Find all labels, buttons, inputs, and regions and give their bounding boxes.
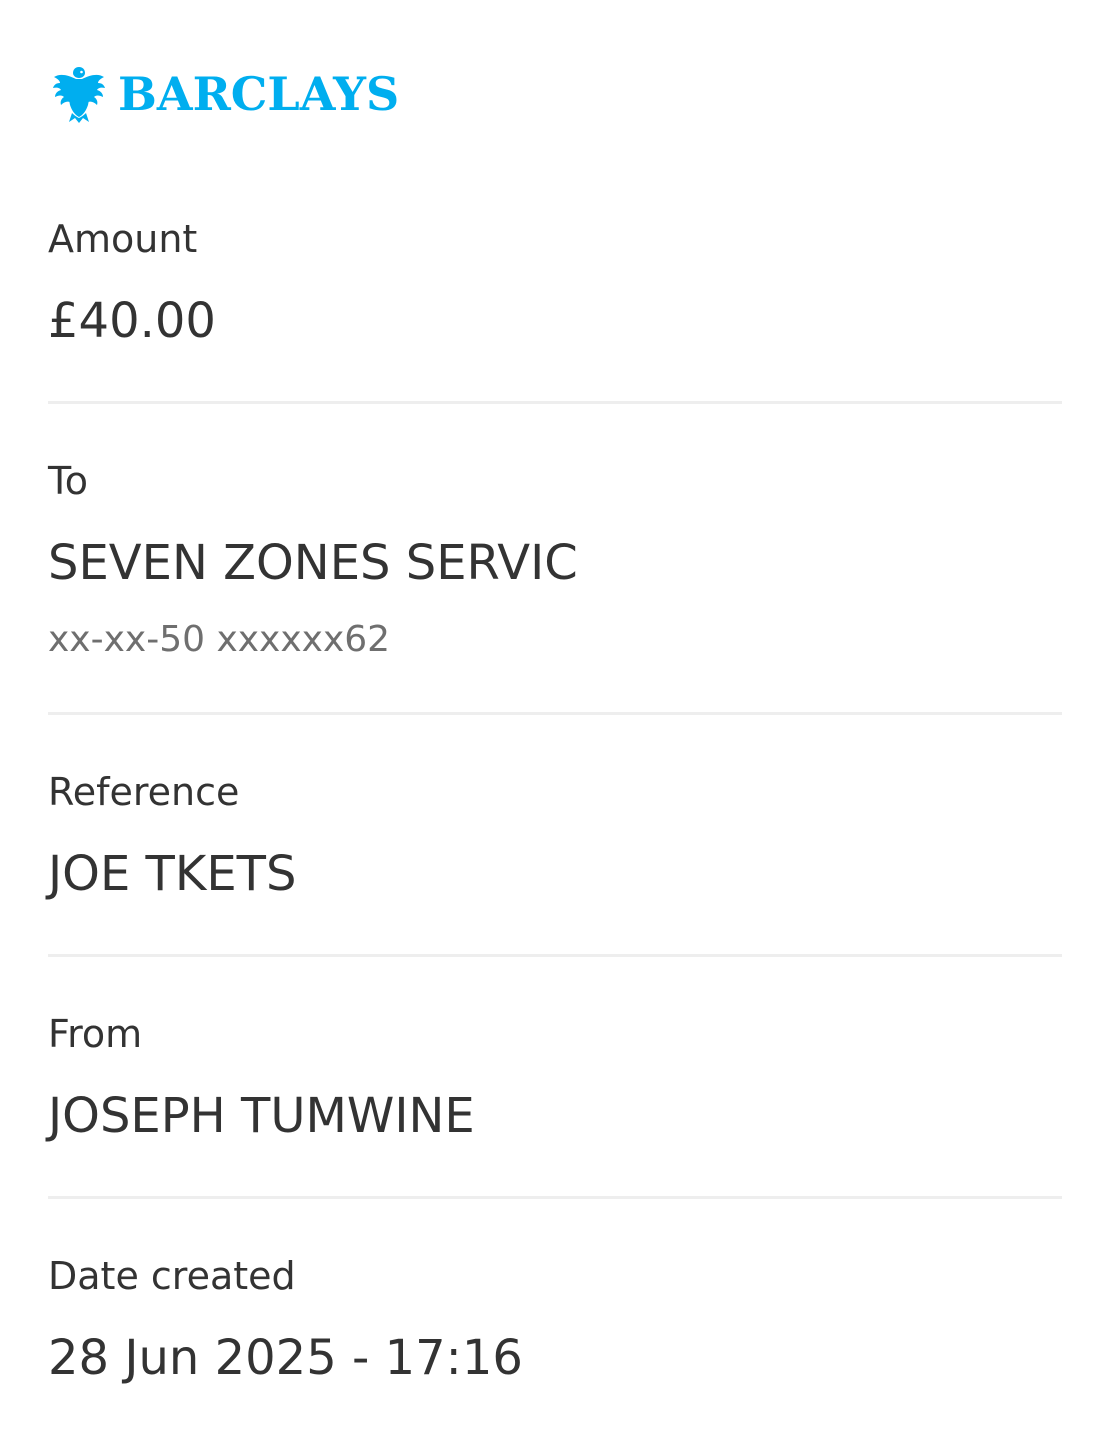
sender-name: JOSEPH TUMWINE <box>48 1088 475 1144</box>
reference-label: Reference <box>48 770 240 814</box>
barclays-logo: BARCLAYS <box>52 64 399 124</box>
divider <box>48 1196 1062 1199</box>
amount-value: £40.00 <box>48 293 216 349</box>
recipient-account: xx-xx-50 xxxxxx62 <box>48 619 391 660</box>
from-label: From <box>48 1012 143 1056</box>
date-created-value: 28 Jun 2025 - 17:16 <box>48 1330 523 1386</box>
brand-name: BARCLAYS <box>118 67 400 121</box>
divider <box>48 954 1062 957</box>
divider <box>48 712 1062 715</box>
eagle-icon <box>52 65 106 123</box>
reference-value: JOE TKETS <box>48 846 297 902</box>
divider <box>48 401 1062 404</box>
date-created-label: Date created <box>48 1254 296 1298</box>
recipient-name: SEVEN ZONES SERVIC <box>48 535 578 591</box>
to-label: To <box>48 459 89 503</box>
amount-label: Amount <box>48 217 198 261</box>
